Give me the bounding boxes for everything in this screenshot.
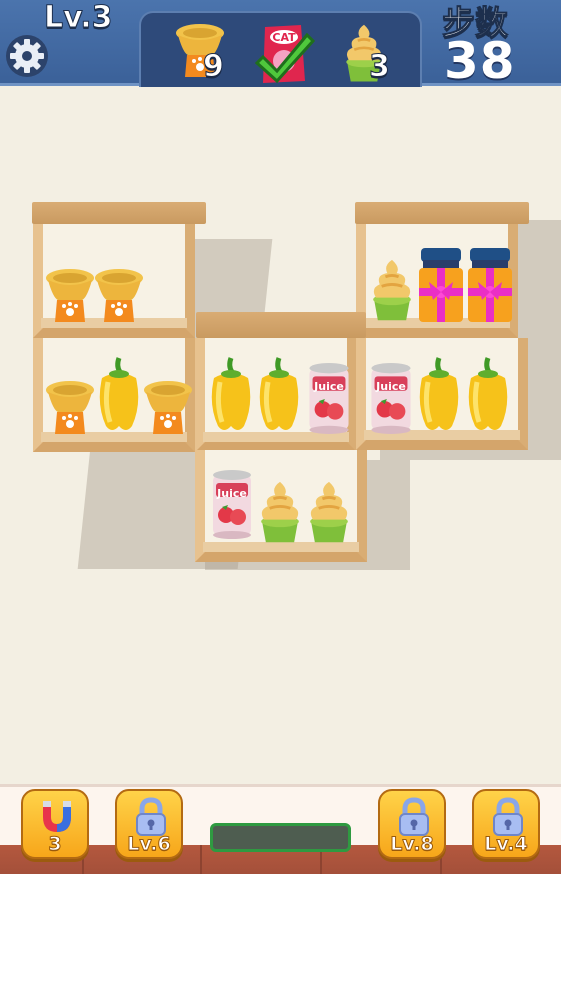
- yellow-pepper-icon[interactable]: [206, 354, 256, 434]
- magnet-count: 3: [48, 833, 62, 856]
- ice-cream-cone-icon[interactable]: [303, 480, 355, 546]
- bottom-toolbar: 3 Lv.6 Lv.8 Lv.4: [0, 784, 561, 874]
- goal-count: 9: [203, 49, 225, 85]
- level-indicator: Lv.3: [44, 0, 113, 36]
- unlock-level-label: Lv.4: [484, 833, 528, 856]
- yellow-pepper-icon[interactable]: [254, 354, 304, 434]
- shelf-top: [355, 202, 529, 224]
- magnet-button[interactable]: 3: [21, 789, 89, 859]
- cat-label: CAT: [272, 31, 296, 44]
- juice-can-icon[interactable]: [306, 362, 352, 434]
- locked-tool-button[interactable]: Lv.8: [378, 789, 446, 859]
- yellow-pepper-icon[interactable]: [414, 354, 464, 434]
- steps-counter: 38: [444, 32, 516, 90]
- juice-label: Juice: [376, 380, 406, 393]
- unlock-level-label: Lv.8: [390, 833, 434, 856]
- pet-bowl-icon[interactable]: [142, 380, 194, 436]
- locked-tool-button[interactable]: Lv.6: [115, 789, 183, 859]
- gift-jar-icon[interactable]: [465, 248, 515, 324]
- gift-jar-icon[interactable]: [416, 248, 466, 324]
- juice-label: Juice: [217, 487, 247, 500]
- game-screen: Lv.3 9 CAT 3 步数 38 Juice Juice Juice 3 L…: [0, 0, 561, 874]
- cat-food-bag-icon: CAT: [255, 25, 315, 84]
- goal-ice-cream: 3: [337, 19, 407, 85]
- juice-can-icon[interactable]: [210, 468, 254, 540]
- top-hud: Lv.3 9 CAT 3 步数 38: [0, 0, 561, 90]
- juice-can-icon[interactable]: [368, 362, 414, 434]
- unlock-level-label: Lv.6: [127, 833, 171, 856]
- locked-tool-button[interactable]: Lv.4: [472, 789, 540, 859]
- ice-cream-cone-icon[interactable]: [254, 480, 306, 546]
- shelf-top: [32, 202, 206, 224]
- goal-panel: 9 CAT 3: [139, 11, 422, 87]
- shelf-top: [196, 312, 366, 338]
- ice-cream-cone-icon[interactable]: [366, 258, 418, 324]
- pet-bowl-icon[interactable]: [44, 268, 96, 324]
- pet-bowl-icon[interactable]: [44, 380, 96, 436]
- yellow-pepper-icon[interactable]: [94, 354, 144, 434]
- lock-icon: [131, 797, 171, 837]
- gear-icon[interactable]: [5, 34, 49, 78]
- yellow-pepper-icon[interactable]: [463, 354, 513, 434]
- pet-bowl-icon[interactable]: [93, 268, 145, 324]
- juice-label: Juice: [314, 380, 344, 393]
- goal-cat-food: CAT: [253, 19, 323, 85]
- goal-pet-bowl: 9: [171, 19, 241, 85]
- goal-count: 3: [369, 49, 391, 85]
- progress-bar: [210, 823, 351, 852]
- magnet-icon: [43, 801, 71, 832]
- lock-icon: [394, 797, 434, 837]
- lock-icon: [488, 797, 528, 837]
